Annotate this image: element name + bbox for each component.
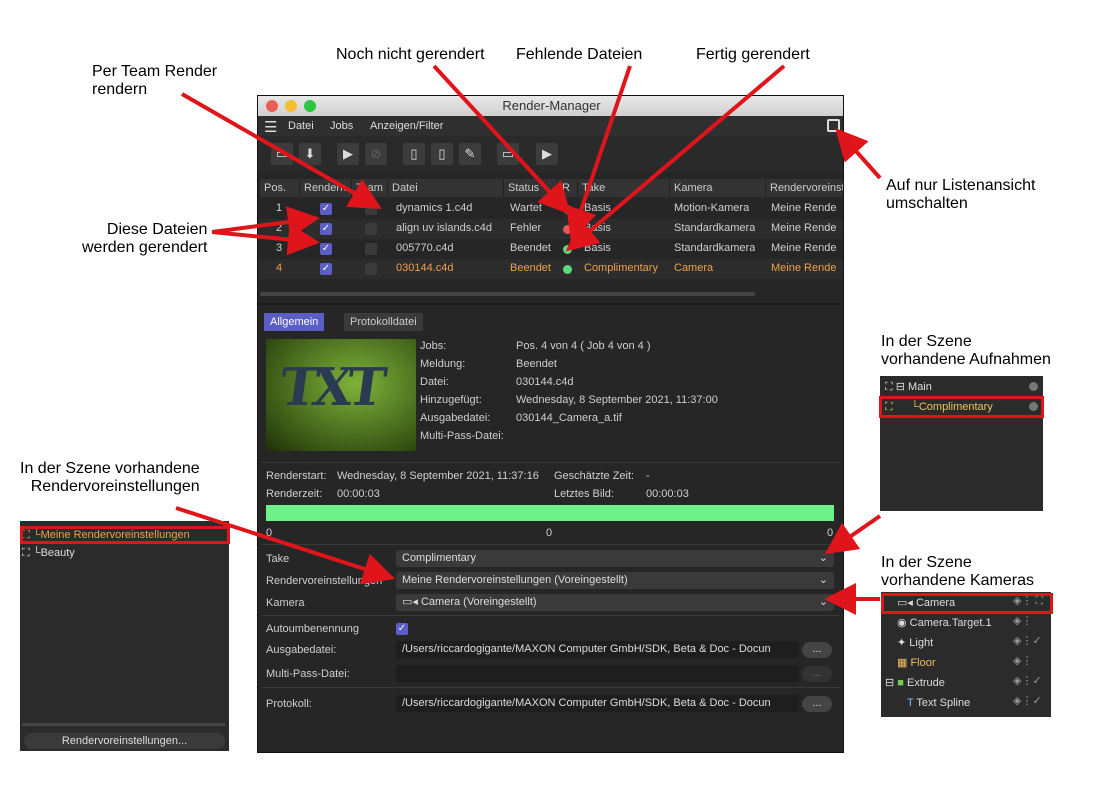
arrow-not-rendered: [432, 64, 571, 215]
arrow-takes: [824, 514, 882, 555]
arrow-finished: [565, 64, 786, 252]
annotation-arrows: [175, 64, 882, 615]
arrow-team: [181, 92, 382, 209]
arrow-these-files-b: [211, 223, 320, 256]
arrow-these-files-a: [211, 206, 320, 238]
arrow-presets: [175, 506, 396, 585]
arrow-list-view: [835, 128, 882, 180]
